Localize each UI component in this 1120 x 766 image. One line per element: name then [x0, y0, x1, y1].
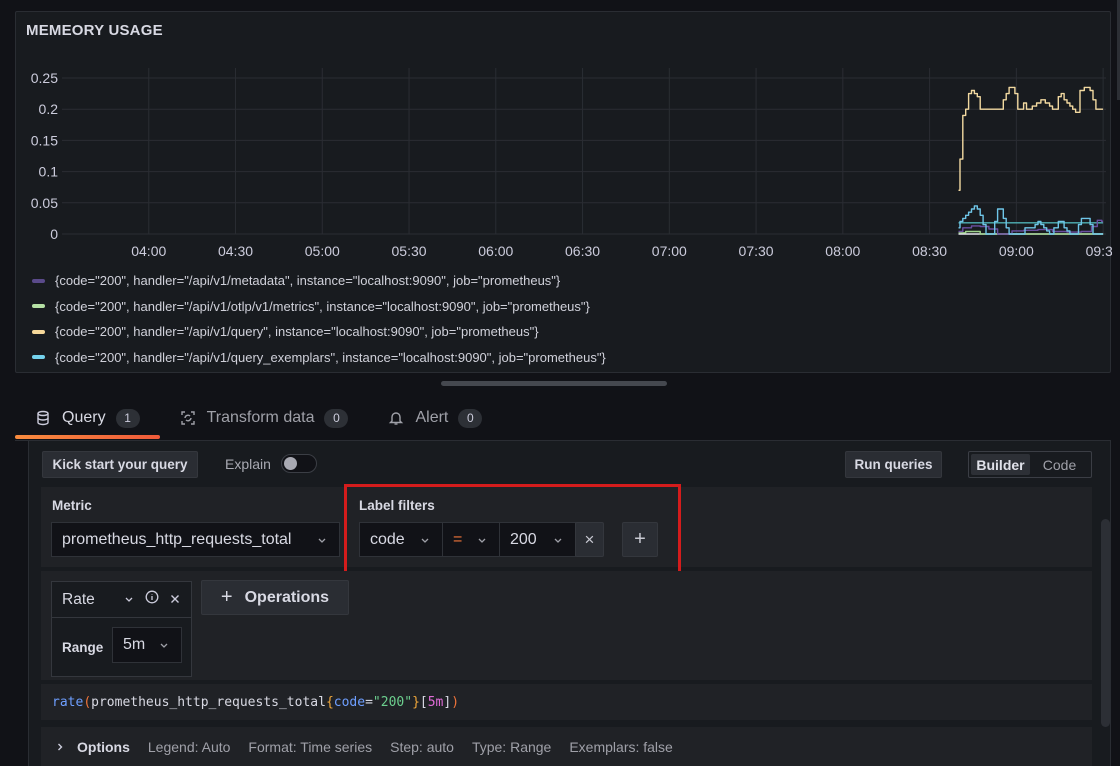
operations-section [41, 571, 1092, 680]
transform-icon [180, 410, 196, 426]
editor-mode-switch: Builder Code [968, 451, 1092, 478]
tab-alert-label: Alert [415, 409, 449, 426]
chart-legend: {code="200", handler="/api/v1/metadata",… [32, 268, 606, 370]
operation-name[interactable]: Rate [62, 591, 95, 609]
close-icon[interactable] [170, 591, 180, 609]
query-fn: rate [52, 694, 84, 710]
plus-icon: + [220, 586, 233, 608]
tab-query-label: Query [62, 409, 106, 426]
query-paren: ( [83, 694, 92, 710]
chevron-down-icon [317, 535, 327, 545]
legend-label: {code="200", handler="/api/v1/metadata",… [55, 273, 561, 289]
legend-swatch [32, 329, 45, 334]
info-icon[interactable] [145, 590, 159, 609]
operation-header: Rate [52, 582, 191, 618]
x-tick-label: 09:30 [1086, 243, 1112, 259]
options-format: Format: Time series [248, 738, 373, 755]
legend-swatch [32, 304, 45, 309]
kick-start-query-button[interactable]: Kick start your query [42, 451, 198, 478]
query-preview: rate ( prometheus_http_requests_total { … [41, 684, 1092, 720]
legend-item[interactable]: {code="200", handler="/api/v1/metadata",… [32, 268, 606, 294]
legend-label: {code="200", handler="/api/v1/query_exem… [55, 349, 606, 365]
options-legend: Legend: Auto [147, 738, 231, 755]
legend-swatch [32, 355, 45, 360]
legend-label: {code="200", handler="/api/v1/query", in… [55, 324, 539, 340]
query-brace: } [412, 694, 420, 710]
range-label: Range [62, 639, 104, 655]
query-paren: ) [451, 694, 460, 710]
tab-transform-label: Transform data [206, 409, 315, 426]
add-operations-button[interactable]: + Operations [201, 580, 349, 615]
x-tick-label: 04:30 [218, 243, 253, 259]
range-value: 5m [123, 636, 146, 653]
metric-select[interactable]: prometheus_http_requests_total [51, 522, 340, 557]
x-tick-label: 08:00 [825, 243, 860, 259]
explain-label: Explain [225, 456, 271, 472]
y-tick-label: 0.15 [31, 132, 58, 148]
time-series-chart[interactable]: 0 0.05 0.1 0.15 0.2 0.25 04:00 04:30 05:00 05:30 0… [16, 12, 1112, 262]
tab-query-count: 1 [115, 408, 140, 428]
run-queries-button[interactable]: Run queries [845, 451, 942, 478]
x-tick-label: 05:00 [305, 243, 340, 259]
explain-toggle[interactable] [281, 454, 317, 473]
metric-label: Metric [52, 498, 92, 513]
options-exemplars: Exemplars: false [569, 738, 673, 755]
code-mode-button[interactable]: Code [1030, 454, 1089, 475]
y-tick-label: 0.2 [39, 101, 59, 117]
query-metric: prometheus_http_requests_total [91, 694, 326, 710]
x-tick-label: 05:30 [392, 243, 427, 259]
editor-tabs: Query 1 Transform data 0 Alert 0 [15, 400, 502, 440]
tab-transform-data[interactable]: Transform data 0 [160, 400, 369, 436]
chevron-right-icon [55, 739, 65, 755]
x-tick-label: 08:30 [912, 243, 947, 259]
query-label-key: code [333, 694, 366, 710]
query-eq: = [365, 694, 373, 710]
editor-scrollbar[interactable] [1101, 519, 1110, 727]
panel-resize-handle[interactable] [441, 381, 667, 386]
memory-usage-panel: MEMEORY USAGE 0 0.05 0.1 0.15 0.2 0.25 04:00 04… [15, 11, 1112, 373]
series-line [958, 86, 1104, 191]
x-tick-label: 04:00 [131, 243, 166, 259]
bell-icon [388, 410, 404, 426]
builder-mode-button[interactable]: Builder [971, 454, 1030, 475]
query-bracket: ] [443, 694, 452, 710]
y-tick-label: 0.25 [31, 70, 58, 86]
chevron-down-icon [159, 640, 169, 650]
database-icon [35, 410, 51, 426]
tab-transform-count: 0 [324, 408, 349, 428]
chevron-down-icon[interactable] [124, 591, 134, 609]
metric-value: prometheus_http_requests_total [62, 530, 292, 548]
tab-alert[interactable]: Alert 0 [368, 400, 502, 436]
y-tick-label: 0 [50, 226, 58, 242]
tab-alert-count: 0 [458, 408, 483, 428]
x-tick-label: 06:00 [478, 243, 513, 259]
legend-swatch [32, 278, 45, 283]
options-step: Step: auto [390, 738, 454, 755]
legend-item[interactable]: {code="200", handler="/api/v1/otlp/v1/me… [32, 294, 606, 320]
toggle-knob [284, 457, 297, 470]
x-tick-label: 07:00 [652, 243, 687, 259]
legend-item[interactable]: {code="200", handler="/api/v1/query_exem… [32, 345, 606, 371]
query-label-val: "200" [372, 694, 413, 710]
operations-label: Operations [244, 588, 330, 606]
query-bracket: [ [419, 694, 428, 710]
tab-query[interactable]: Query 1 [15, 400, 160, 439]
range-select[interactable]: 5m [112, 627, 182, 663]
y-tick-label: 0.1 [39, 164, 59, 180]
query-brace: { [325, 694, 334, 710]
legend-label: {code="200", handler="/api/v1/otlp/v1/me… [55, 298, 590, 314]
query-range: 5m [427, 694, 444, 710]
x-tick-label: 09:00 [999, 243, 1034, 259]
label-filters-highlight [344, 484, 681, 576]
x-tick-label: 06:30 [565, 243, 600, 259]
options-title: Options [77, 738, 130, 755]
x-tick-label: 07:30 [739, 243, 774, 259]
legend-item[interactable]: {code="200", handler="/api/v1/query", in… [32, 319, 606, 345]
options-type: Type: Range [471, 738, 552, 755]
query-options-row[interactable]: Options Legend: Auto Format: Time series… [41, 727, 1092, 766]
y-tick-label: 0.05 [31, 195, 58, 211]
